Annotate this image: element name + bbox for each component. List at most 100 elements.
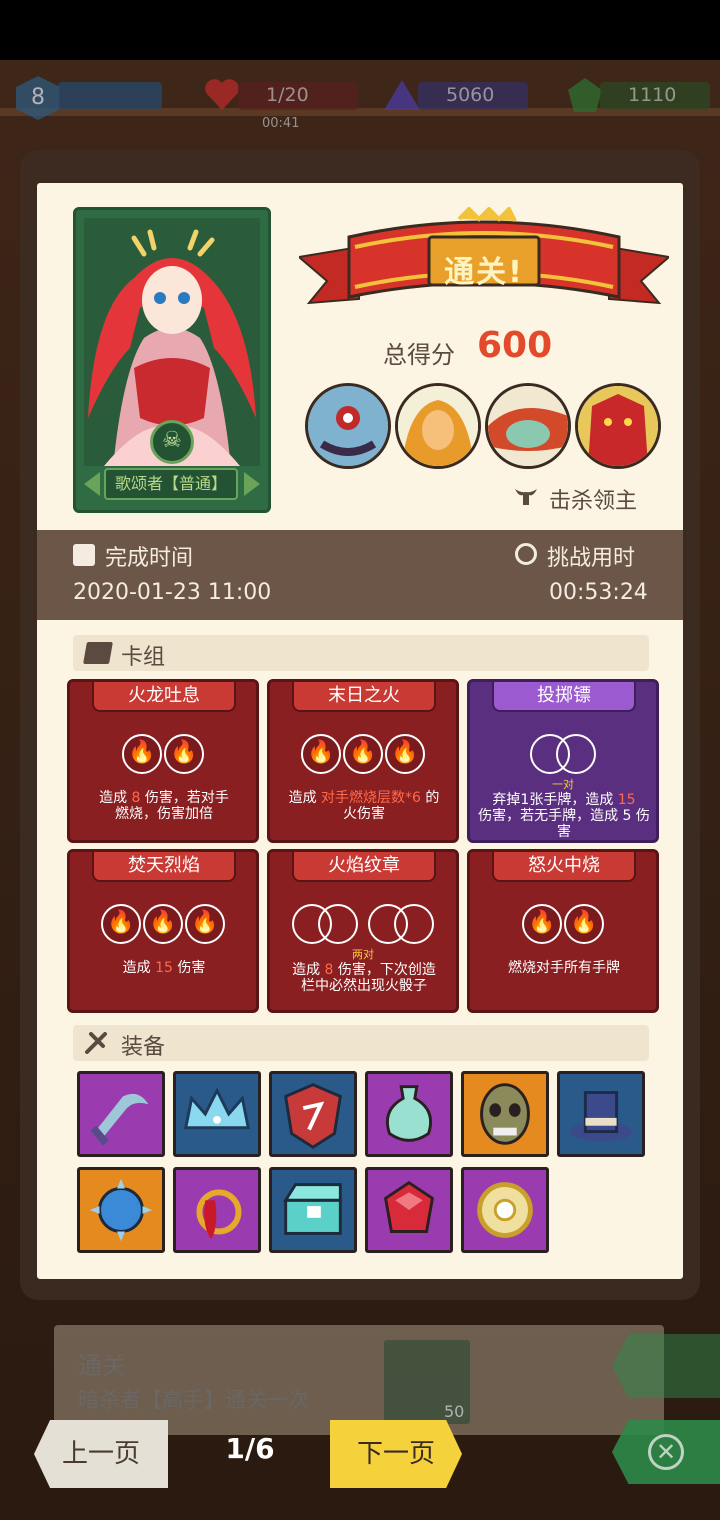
equipment-icon bbox=[85, 1032, 109, 1054]
green-count: 1110 bbox=[628, 84, 677, 106]
equipment-slot[interactable] bbox=[461, 1167, 549, 1253]
spiked-ball-icon bbox=[80, 1170, 162, 1254]
skill-card-title: 焚天烈焰 bbox=[92, 852, 236, 882]
gem-count: 5060 bbox=[446, 84, 495, 106]
cards-icon bbox=[83, 642, 113, 664]
pair-slot-icon bbox=[368, 904, 434, 944]
skill-card[interactable]: 投掷镖一对 弃掉1张手牌，造成 15 伤害，若无手牌，造成 5 伤害 bbox=[467, 679, 659, 843]
equipment-header: 装备 bbox=[73, 1025, 649, 1061]
dice-slots: 🔥 🔥 bbox=[70, 734, 256, 774]
skill-card-description: 造成 对手燃烧层数*6 的火伤害 bbox=[274, 790, 454, 822]
desc-text: 伤害，若无手牌，造成 5 伤害 bbox=[478, 808, 650, 840]
hero-card[interactable]: ☠ 歌颂者【普通】 bbox=[73, 207, 271, 513]
skill-card-description: 弃掉1张手牌，造成 15 伤害，若无手牌，造成 5 伤害 bbox=[474, 792, 654, 840]
equipment-slot[interactable] bbox=[269, 1071, 357, 1157]
deck-title: 卡组 bbox=[121, 645, 166, 670]
fire-die-icon: 🔥 bbox=[164, 734, 204, 774]
skill-card[interactable]: 末日之火 🔥 🔥 🔥 造成 对手燃烧层数*6 的火伤害 bbox=[267, 679, 459, 843]
chevron-right-icon[interactable] bbox=[244, 472, 260, 496]
skill-card-title: 投掷镖 bbox=[492, 682, 636, 712]
dice-slots bbox=[470, 734, 656, 774]
equipment-slot[interactable] bbox=[365, 1167, 453, 1253]
deck-header: 卡组 bbox=[73, 635, 649, 671]
timer-text: 00:41 bbox=[262, 116, 300, 131]
equipment-slot[interactable] bbox=[461, 1071, 549, 1157]
skill-card[interactable]: 火焰纹章 两对 造成 8 伤害，下次创造 栏中必然出现火骰子 bbox=[267, 849, 459, 1013]
achievement-panel bbox=[54, 1325, 664, 1435]
equipment-slot[interactable] bbox=[557, 1071, 645, 1157]
dice-slots: 🔥 🔥 bbox=[470, 904, 656, 944]
chest-icon bbox=[272, 1170, 354, 1254]
equipment-slot[interactable] bbox=[77, 1167, 165, 1253]
fire-die-icon: 🔥 bbox=[143, 904, 183, 944]
hero-name: 歌颂者【普通】 bbox=[104, 468, 238, 500]
skill-card-title: 怒火中烧 bbox=[492, 852, 636, 882]
desc-value: 15 bbox=[617, 792, 636, 808]
fire-die-icon: 🔥 bbox=[343, 734, 383, 774]
desc-value: 对手燃烧层数*6 bbox=[321, 790, 421, 806]
desc-text: 造成 bbox=[99, 790, 132, 806]
hp-text: 1/20 bbox=[266, 84, 309, 106]
gem-icon bbox=[368, 1170, 450, 1254]
boss-portrait bbox=[305, 383, 391, 469]
xp-bar bbox=[58, 82, 162, 110]
mask-icon bbox=[464, 1074, 546, 1158]
dice-slots: 🔥 🔥 🔥 bbox=[70, 904, 256, 944]
fire-die-icon: 🔥 bbox=[122, 734, 162, 774]
skill-card[interactable]: 怒火中烧 🔥 🔥 燃烧对手所有手牌 bbox=[467, 849, 659, 1013]
boss-portrait bbox=[485, 383, 571, 469]
victory-banner: 通关! bbox=[296, 205, 672, 317]
boss-portraits bbox=[305, 383, 665, 473]
result-card: ☠ 歌颂者【普通】 通关! 总得分 600 击杀领主 完成时间 2020-01-… bbox=[34, 180, 686, 1282]
pair-slot-icon bbox=[292, 904, 358, 944]
desc-text: 造成 bbox=[292, 962, 325, 978]
skill-card-title: 火焰纹章 bbox=[292, 852, 436, 882]
equipment-slot[interactable] bbox=[77, 1071, 165, 1157]
desc-text: 燃烧，伤害加倍 bbox=[115, 806, 213, 822]
equipment-slot[interactable] bbox=[173, 1167, 261, 1253]
close-button[interactable]: ✕ bbox=[612, 1420, 720, 1484]
desc-text: 伤害 bbox=[172, 960, 206, 976]
desc-text: 火伤害 bbox=[343, 806, 385, 822]
desc-text: 弃掉1张手牌，造成 bbox=[492, 792, 618, 808]
desc-text: 燃烧对手所有手牌 bbox=[508, 960, 620, 976]
desc-text: 伤害，下次创造 bbox=[333, 962, 436, 978]
skill-card-description: 造成 8 伤害，下次创造 栏中必然出现火骰子 bbox=[274, 962, 454, 994]
equipment-slot[interactable] bbox=[173, 1071, 261, 1157]
finish-time-label: 完成时间 bbox=[105, 546, 194, 571]
skill-card[interactable]: 焚天烈焰 🔥 🔥 🔥 造成 15 伤害 bbox=[67, 849, 259, 1013]
next-page-button[interactable]: 下一页 bbox=[330, 1420, 462, 1488]
skull-icon: ☠ bbox=[150, 420, 194, 464]
chevron-left-icon[interactable] bbox=[84, 472, 100, 496]
achievement-title: 通关 bbox=[78, 1352, 126, 1380]
equipment-slot[interactable] bbox=[365, 1071, 453, 1157]
prev-page-button[interactable]: 上一页 bbox=[34, 1420, 168, 1488]
vase-icon bbox=[368, 1074, 450, 1158]
skill-card-title: 末日之火 bbox=[292, 682, 436, 712]
page-indicator: 1/6 bbox=[225, 1432, 275, 1465]
stats-band: 完成时间 2020-01-23 11:00 挑战用时 00:53:24 bbox=[37, 530, 683, 620]
close-icon: ✕ bbox=[648, 1434, 684, 1470]
shield-icon bbox=[272, 1074, 354, 1158]
pair-requirement: 一对 bbox=[552, 778, 574, 791]
calendar-icon bbox=[73, 544, 95, 566]
banner-title: 通关! bbox=[444, 255, 524, 290]
challenge-time-value: 00:53:24 bbox=[549, 580, 648, 605]
equipment-slot[interactable] bbox=[269, 1167, 357, 1253]
medallion-icon bbox=[464, 1170, 546, 1254]
ring-icon bbox=[176, 1170, 258, 1254]
fire-die-icon: 🔥 bbox=[522, 904, 562, 944]
heart-icon bbox=[204, 78, 240, 112]
skill-card-description: 造成 15 伤害 bbox=[74, 960, 254, 976]
stopwatch-icon bbox=[515, 543, 537, 565]
equipment-title: 装备 bbox=[121, 1035, 166, 1060]
desc-text: 伤害，若对手 bbox=[140, 790, 229, 806]
desc-text: 造成 bbox=[288, 790, 322, 806]
pair-slot-icon bbox=[530, 734, 596, 774]
skill-card[interactable]: 火龙吐息 🔥 🔥 造成 8 伤害，若对手 燃烧，伤害加倍 bbox=[67, 679, 259, 843]
top-hat-icon bbox=[560, 1074, 642, 1158]
skill-card-description: 造成 8 伤害，若对手 燃烧，伤害加倍 bbox=[74, 790, 254, 822]
gem-icon bbox=[382, 78, 422, 112]
reward-value: 50 bbox=[444, 1402, 465, 1421]
fire-die-icon: 🔥 bbox=[385, 734, 425, 774]
